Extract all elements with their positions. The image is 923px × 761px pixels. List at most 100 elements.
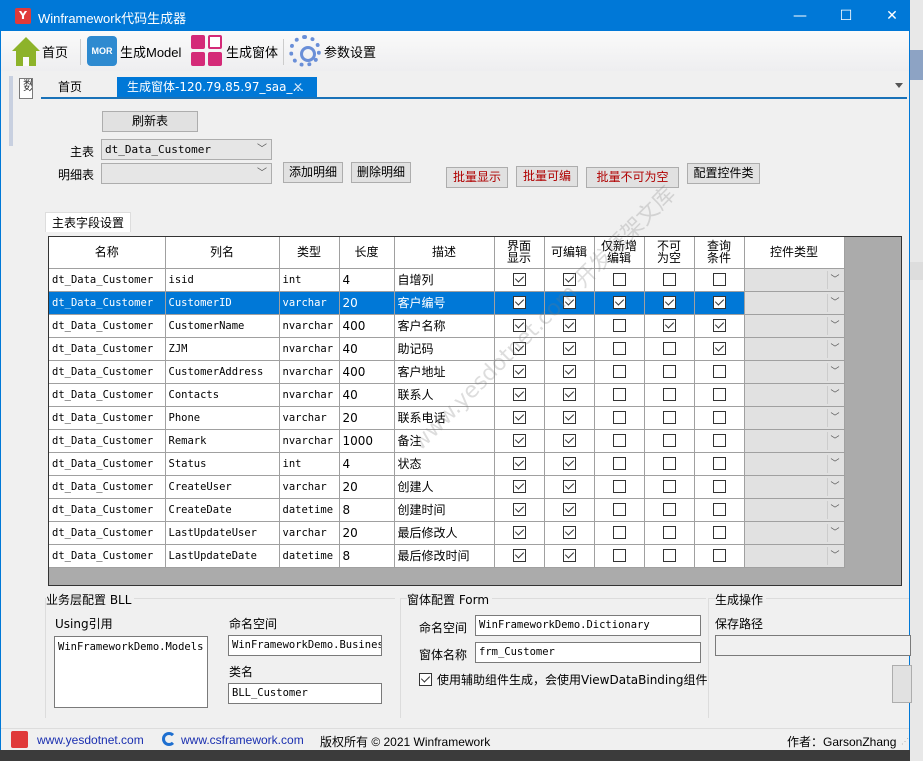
tab-home[interactable]: 首页 [48, 77, 92, 97]
control-type-select[interactable]: ﹀ [744, 383, 845, 407]
col-header-length[interactable]: 长度 [339, 237, 395, 269]
cell-name[interactable]: dt_Data_Customer [49, 360, 166, 384]
cell-type[interactable]: datetime [279, 544, 340, 568]
cell-column[interactable]: isid [165, 268, 280, 292]
checkbox-unchecked[interactable] [712, 549, 726, 562]
col-header-editable[interactable]: 可编辑 [544, 237, 595, 269]
checkbox-unchecked[interactable] [612, 480, 626, 493]
use-helper-checkbox[interactable]: 使用辅助组件生成，会使用ViewDataBinding组件 [419, 671, 707, 688]
cell-length[interactable]: 40 [339, 337, 395, 361]
checkbox-unchecked[interactable] [612, 411, 626, 424]
cell-name[interactable]: dt_Data_Customer [49, 383, 166, 407]
checkbox-checked[interactable] [562, 342, 576, 355]
checkbox-checked[interactable] [512, 434, 526, 447]
bll-namespace-input[interactable]: WinFrameworkDemo.Business [228, 635, 382, 656]
checkbox-checked[interactable] [562, 365, 576, 378]
cell-type[interactable]: nvarchar [279, 429, 340, 453]
minimize-button[interactable]: — [777, 1, 823, 31]
chevron-down-icon[interactable]: ﹀ [826, 270, 843, 289]
checkbox-checked[interactable] [512, 319, 526, 332]
table-row[interactable]: dt_Data_Customer ZJM nvarchar 40 助记码 ﹀ [49, 337, 845, 361]
cell-column[interactable]: LastUpdateDate [165, 544, 280, 568]
checkbox-checked[interactable] [512, 342, 526, 355]
cell-length[interactable]: 400 [339, 314, 395, 338]
checkbox-checked[interactable] [562, 480, 576, 493]
cell-length[interactable]: 4 [339, 268, 395, 292]
checkbox-unchecked[interactable] [712, 503, 726, 516]
chevron-down-icon[interactable]: ﹀ [826, 431, 843, 450]
cell-length[interactable]: 4 [339, 452, 395, 476]
chevron-down-icon[interactable]: ﹀ [826, 454, 843, 473]
checkbox-checked[interactable] [512, 411, 526, 424]
table-row[interactable]: dt_Data_Customer Phone varchar 20 联系电话 ﹀ [49, 406, 845, 430]
cell-name[interactable]: dt_Data_Customer [49, 544, 166, 568]
control-type-select[interactable]: ﹀ [744, 544, 845, 568]
cell-length[interactable]: 8 [339, 544, 395, 568]
cell-desc[interactable]: 助记码 [394, 337, 495, 361]
checkbox-checked[interactable] [512, 365, 526, 378]
checkbox-checked[interactable] [562, 319, 576, 332]
toolbar-generate-model-button[interactable]: MOR 生成Model [87, 34, 181, 68]
control-type-select[interactable]: ﹀ [744, 452, 845, 476]
control-type-select[interactable]: ﹀ [744, 521, 845, 545]
cell-type[interactable]: nvarchar [279, 314, 340, 338]
cell-desc[interactable]: 创建时间 [394, 498, 495, 522]
cell-desc[interactable]: 联系电话 [394, 406, 495, 430]
table-row[interactable]: dt_Data_Customer CustomerID varchar 20 客户编号 ﹀ [49, 291, 845, 315]
checkbox-checked[interactable] [512, 388, 526, 401]
csframework-link[interactable]: www.csframework.com [181, 733, 304, 747]
checkbox-unchecked[interactable] [612, 273, 626, 286]
using-textarea[interactable]: WinFrameworkDemo.Models [54, 636, 208, 708]
cell-type[interactable]: int [279, 268, 340, 292]
cell-column[interactable]: CustomerID [165, 291, 280, 315]
cell-desc[interactable]: 联系人 [394, 383, 495, 407]
cell-column[interactable]: ZJM [165, 337, 280, 361]
checkbox-unchecked[interactable] [712, 457, 726, 470]
table-row[interactable]: dt_Data_Customer Status int 4 状态 ﹀ [49, 452, 845, 476]
checkbox-unchecked[interactable] [712, 388, 726, 401]
cell-column[interactable]: CustomerName [165, 314, 280, 338]
cell-length[interactable]: 20 [339, 406, 395, 430]
checkbox-unchecked[interactable] [662, 342, 676, 355]
checkbox-unchecked[interactable] [612, 434, 626, 447]
toolbar-generate-form-button[interactable]: 生成窗体 [191, 34, 278, 68]
cell-length[interactable]: 20 [339, 291, 395, 315]
cell-column[interactable]: CreateDate [165, 498, 280, 522]
cell-column[interactable]: Contacts [165, 383, 280, 407]
checkbox-checked[interactable] [712, 319, 726, 332]
form-name-input[interactable]: frm_Customer [475, 642, 701, 663]
checkbox-checked[interactable] [512, 503, 526, 516]
tab-list-dropdown-icon[interactable] [895, 83, 903, 88]
table-row[interactable]: dt_Data_Customer Remark nvarchar 1000 备注 ﹀ [49, 429, 845, 453]
close-button[interactable]: ✕ [869, 1, 915, 31]
checkbox-checked[interactable] [562, 296, 576, 309]
generate-button[interactable] [892, 665, 912, 703]
cell-desc[interactable]: 自增列 [394, 268, 495, 292]
config-control-class-button[interactable]: 配置控件类 [687, 163, 760, 184]
cell-length[interactable]: 40 [339, 383, 395, 407]
cell-type[interactable]: varchar [279, 291, 340, 315]
control-type-select[interactable]: ﹀ [744, 429, 845, 453]
checkbox-unchecked[interactable] [712, 273, 726, 286]
control-type-select[interactable]: ﹀ [744, 291, 845, 315]
table-row[interactable]: dt_Data_Customer CustomerName nvarchar 400 客… [49, 314, 845, 338]
col-header-not-null[interactable]: 不可 为空 [644, 237, 695, 269]
checkbox-checked[interactable] [712, 342, 726, 355]
checkbox-checked[interactable] [512, 296, 526, 309]
refresh-tables-button[interactable]: 刷新表 [102, 111, 198, 132]
cell-length[interactable]: 20 [339, 475, 395, 499]
control-type-select[interactable]: ﹀ [744, 360, 845, 384]
cell-length[interactable]: 1000 [339, 429, 395, 453]
chevron-down-icon[interactable]: ﹀ [826, 339, 843, 358]
toolbar-settings-button[interactable]: 参数设置 [289, 34, 376, 68]
delete-detail-button[interactable]: 删除明细 [351, 162, 411, 183]
col-header-column[interactable]: 列名 [165, 237, 280, 269]
checkbox-checked[interactable] [562, 273, 576, 286]
cell-type[interactable]: nvarchar [279, 360, 340, 384]
table-row[interactable]: dt_Data_Customer CreateUser varchar 20 创建人 ﹀ [49, 475, 845, 499]
checkbox-checked[interactable] [662, 319, 676, 332]
add-detail-button[interactable]: 添加明细 [283, 162, 343, 183]
checkbox-unchecked[interactable] [712, 411, 726, 424]
cell-name[interactable]: dt_Data_Customer [49, 406, 166, 430]
cell-desc[interactable]: 状态 [394, 452, 495, 476]
